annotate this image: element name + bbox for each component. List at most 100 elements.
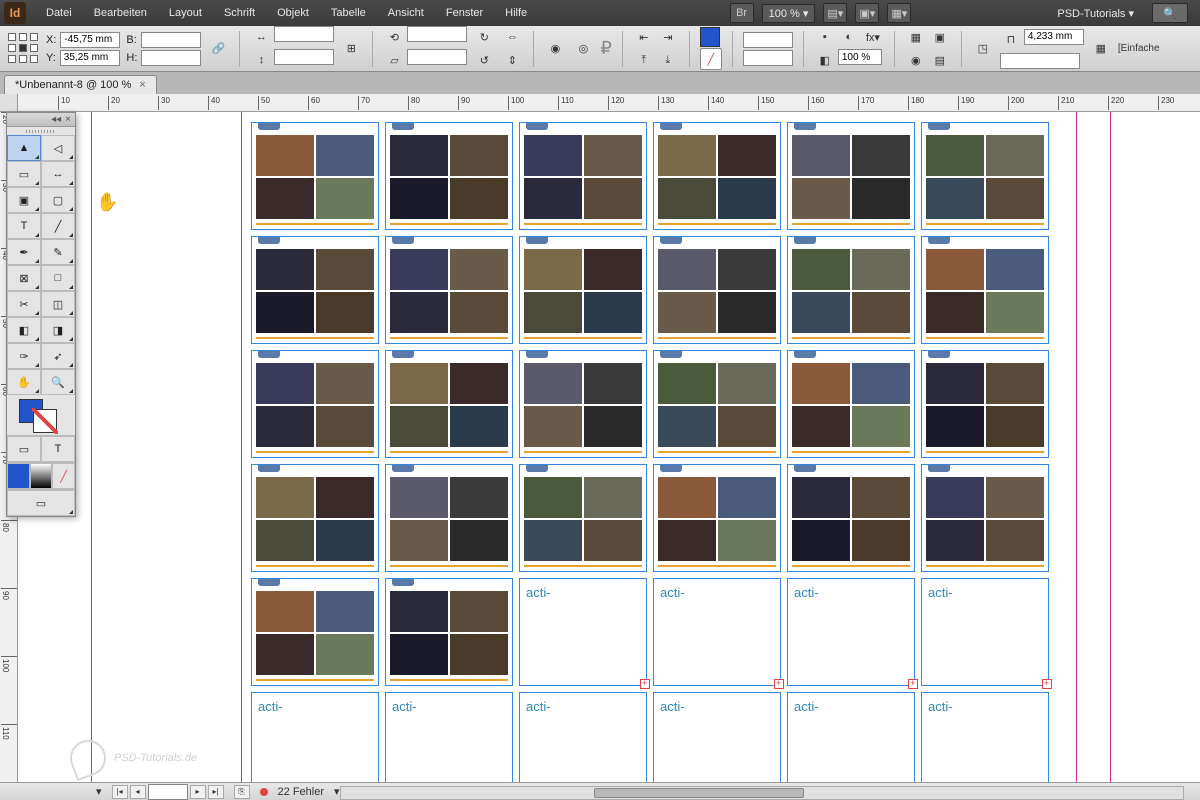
screen-mode-icon[interactable]: ▣▾	[855, 3, 879, 23]
rotate-input[interactable]	[407, 26, 467, 42]
corner-radius-input[interactable]	[1024, 29, 1084, 45]
tool-gradient-feather[interactable]: ◨	[41, 317, 75, 343]
autofit-icon[interactable]: ⊞	[340, 38, 362, 60]
apply-color-icon[interactable]	[7, 463, 30, 489]
shear-icon[interactable]: ▱	[383, 49, 405, 71]
page-thumbnail[interactable]	[251, 350, 379, 458]
page-thumbnail[interactable]	[921, 350, 1049, 458]
page-thumbnail[interactable]	[653, 122, 781, 230]
page-thumbnail[interactable]	[251, 122, 379, 230]
ruler-horizontal[interactable]: 0102030405060708090100110120130140150160…	[18, 94, 1200, 112]
ruler-origin[interactable]	[0, 94, 18, 112]
select-parent-icon[interactable]: ⤒	[633, 49, 655, 71]
menu-schrift[interactable]: Schrift	[214, 4, 265, 22]
page-thumbnail[interactable]	[251, 464, 379, 572]
select-next-icon[interactable]: ⇥	[657, 26, 679, 48]
page-placeholder[interactable]: acti-	[787, 578, 915, 686]
content-select-icon[interactable]: ◎	[572, 38, 594, 60]
page-thumbnail[interactable]	[653, 236, 781, 344]
page-thumbnail[interactable]	[251, 236, 379, 344]
menu-ansicht[interactable]: Ansicht	[378, 4, 434, 22]
tool-line[interactable]: ╱	[41, 213, 75, 239]
rotate-cw-icon[interactable]: ↻	[473, 26, 495, 48]
page-thumbnail[interactable]	[519, 350, 647, 458]
tool-rectangle[interactable]: □	[41, 265, 75, 291]
page-thumbnail[interactable]	[519, 122, 647, 230]
tool-gap[interactable]: ↔	[41, 161, 75, 187]
page-thumbnail[interactable]	[519, 464, 647, 572]
tool-note[interactable]: ✑	[7, 343, 41, 369]
select-prev-icon[interactable]: ⇤	[633, 26, 655, 48]
page-thumbnail[interactable]	[787, 122, 915, 230]
workspace-switcher[interactable]: PSD-Tutorials ▾	[1047, 5, 1144, 22]
canvas[interactable]: acti-acti-acti-acti-acti-acti-acti-acti-…	[18, 112, 1200, 782]
page-placeholder[interactable]: acti-	[921, 692, 1049, 782]
rotate-ccw-icon[interactable]: ↺	[473, 49, 495, 71]
text-wrap-bbox-icon[interactable]: ▣	[929, 26, 951, 48]
tool-free-transform[interactable]: ◫	[41, 291, 75, 317]
page-thumbnail[interactable]	[787, 350, 915, 458]
tool-page[interactable]: ▭	[7, 161, 41, 187]
blend-mode-icon[interactable]: ◧	[814, 49, 836, 71]
reference-point[interactable]	[8, 33, 40, 65]
next-page-button[interactable]: ▸	[190, 785, 206, 799]
effects-icon[interactable]: fx▾	[862, 26, 884, 48]
page-placeholder[interactable]: acti-	[921, 578, 1049, 686]
color-selector[interactable]	[7, 395, 75, 435]
page-thumbnail[interactable]	[921, 122, 1049, 230]
page-placeholder[interactable]: acti-	[787, 692, 915, 782]
x-input[interactable]	[60, 32, 120, 48]
menu-fenster[interactable]: Fenster	[436, 4, 493, 22]
tool-rectangle-frame[interactable]: ⊠	[7, 265, 41, 291]
frame-fitting-icon[interactable]: ▦	[1090, 38, 1112, 60]
toolbox-header[interactable]: ◂◂ ×	[7, 113, 75, 127]
page-placeholder[interactable]: acti-	[519, 692, 647, 782]
tool-hand[interactable]: ✋	[7, 369, 41, 395]
menu-bearbeiten[interactable]: Bearbeiten	[84, 4, 157, 22]
page-thumbnail[interactable]	[385, 236, 513, 344]
tool-pencil[interactable]: ✎	[41, 239, 75, 265]
bridge-button[interactable]: Br	[730, 3, 754, 23]
page-thumbnail[interactable]	[653, 464, 781, 572]
stroke-swatch[interactable]	[33, 409, 57, 433]
scale-x-icon[interactable]: ↔	[250, 26, 272, 48]
toolbox-grip[interactable]	[7, 127, 75, 135]
page-number-input[interactable]	[148, 784, 188, 800]
menu-datei[interactable]: Datei	[36, 4, 82, 22]
opacity-input[interactable]	[838, 49, 882, 65]
h-input[interactable]	[141, 50, 201, 66]
page-placeholder[interactable]: acti-	[251, 692, 379, 782]
last-page-button[interactable]: ▸|	[208, 785, 224, 799]
page-thumbnail[interactable]	[519, 236, 647, 344]
page-placeholder[interactable]: acti-	[385, 692, 513, 782]
tool-type[interactable]: T	[7, 213, 41, 239]
fill-color[interactable]	[700, 27, 720, 47]
scale-x-input[interactable]	[274, 26, 334, 42]
container-select-icon[interactable]: ◉	[544, 38, 566, 60]
page-thumbnail[interactable]	[653, 350, 781, 458]
close-icon[interactable]: ×	[65, 114, 71, 125]
search-box[interactable]: 🔍	[1152, 3, 1188, 23]
format-container-icon[interactable]: ▭	[7, 436, 41, 462]
tool-pen[interactable]: ✒	[7, 239, 41, 265]
page-thumbnail[interactable]	[385, 464, 513, 572]
tool-selection[interactable]: ▲	[7, 135, 41, 161]
tool-content-placer[interactable]: ▢	[41, 187, 75, 213]
opacity-icon[interactable]: ◐	[838, 26, 860, 48]
arrange-icon[interactable]: ▦▾	[887, 3, 911, 23]
w-input[interactable]	[141, 32, 201, 48]
apply-none-icon[interactable]: ╱	[52, 463, 75, 489]
page-thumbnail[interactable]	[921, 464, 1049, 572]
tool-eyedropper[interactable]: ➶	[41, 343, 75, 369]
guide-vertical[interactable]	[241, 112, 242, 782]
page-thumbnail[interactable]	[787, 464, 915, 572]
drop-shadow-icon[interactable]: ▪	[814, 26, 836, 48]
page-placeholder[interactable]: acti-	[653, 692, 781, 782]
shear-input[interactable]	[407, 49, 467, 65]
page-thumbnail[interactable]	[385, 350, 513, 458]
flip-v-icon[interactable]: ⇕	[501, 49, 523, 71]
text-wrap-none-icon[interactable]: ▦	[905, 26, 927, 48]
guide-vertical[interactable]	[1076, 112, 1077, 782]
stroke-weight-input[interactable]	[743, 32, 793, 48]
text-wrap-shape-icon[interactable]: ◉	[905, 49, 927, 71]
